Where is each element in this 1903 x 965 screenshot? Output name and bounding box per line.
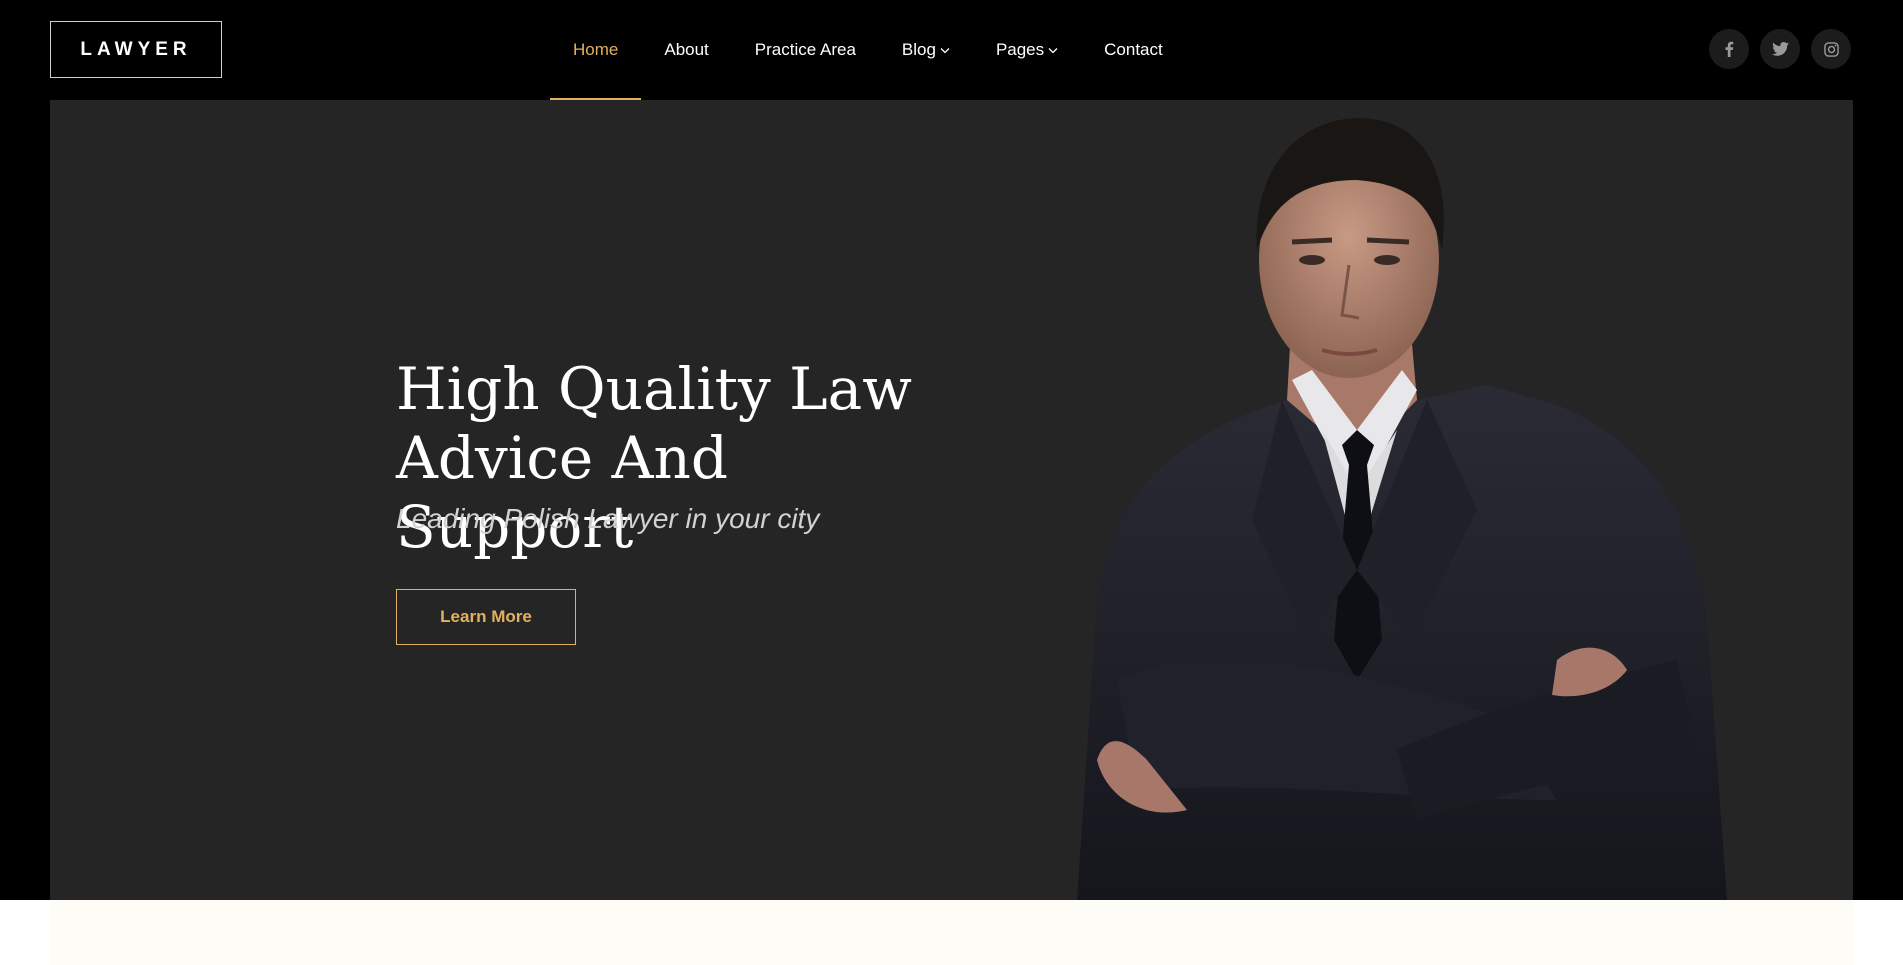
nav-item-label: Home (573, 40, 619, 59)
twitter-icon[interactable] (1760, 29, 1800, 69)
hero-subtitle: Leading Polish Lawyer in your city (396, 503, 820, 534)
main-nav: Home About Practice Area Blog Pages Cont… (550, 0, 1186, 100)
nav-item-home[interactable]: Home (550, 0, 642, 100)
nav-item-blog[interactable]: Blog (879, 0, 973, 100)
top-navigation-bar: LAWYER Home About Practice Area Blog Pag… (0, 0, 1903, 100)
nav-item-practice-area[interactable]: Practice Area (732, 0, 879, 100)
next-section-panel (50, 900, 1853, 965)
hero-title-line: High Quality Law (396, 355, 912, 423)
nav-item-contact[interactable]: Contact (1081, 0, 1186, 100)
nav-item-label: Practice Area (754, 40, 856, 59)
facebook-icon[interactable] (1709, 29, 1749, 69)
learn-more-button[interactable]: Learn More (396, 589, 576, 645)
nav-item-label: Pages (995, 40, 1045, 59)
instagram-icon[interactable] (1811, 29, 1851, 69)
next-section-strip (0, 900, 1903, 965)
chevron-down-icon (1048, 47, 1058, 54)
nav-item-label: About (664, 40, 709, 59)
lawyer-portrait-image (1077, 118, 1727, 900)
nav-item-about[interactable]: About (641, 0, 731, 100)
social-links (1709, 29, 1851, 69)
nav-item-pages[interactable]: Pages (973, 0, 1081, 100)
nav-item-label: Contact (1104, 40, 1163, 59)
nav-item-label: Blog (901, 40, 936, 59)
chevron-down-icon (940, 47, 950, 54)
site-logo[interactable]: LAWYER (50, 21, 222, 78)
hero-title-line: Advice And Support (396, 424, 728, 561)
